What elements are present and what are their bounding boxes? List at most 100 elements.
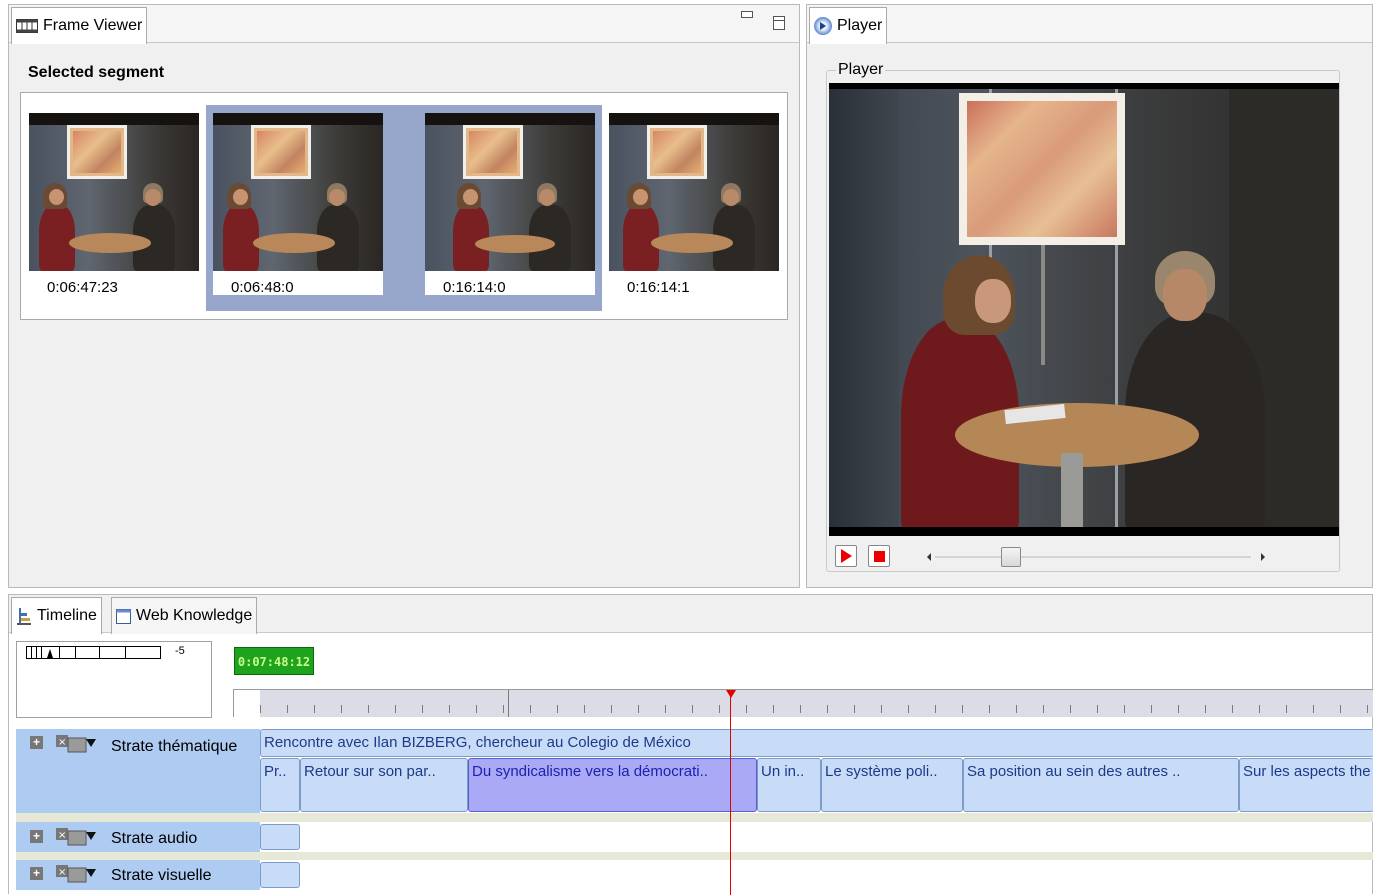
player-icon [814, 17, 832, 35]
frame-time: 0:16:14:1 [627, 279, 690, 296]
frame-thumbnail[interactable]: 0:06:47:23 [29, 113, 199, 301]
seek-right-arrow-icon[interactable] [1261, 553, 1265, 561]
zoom-slider[interactable] [26, 646, 161, 659]
maximize-icon[interactable] [773, 16, 785, 30]
segment[interactable]: Pr.. [260, 758, 300, 812]
svg-text:×: × [58, 737, 66, 748]
ruler-tick [1151, 705, 1152, 713]
strate-audio-header[interactable]: + × Strate audio [16, 822, 260, 852]
tab-frame-viewer-label: Frame Viewer [43, 17, 143, 34]
frame-viewer-tabbar: Frame Viewer [9, 5, 799, 44]
ruler-tick [827, 705, 828, 713]
ruler-tick [341, 705, 342, 713]
strate-label: Strate visuelle [111, 867, 212, 884]
tab-web-knowledge[interactable]: Web Knowledge [111, 597, 258, 634]
ruler-tick [719, 705, 720, 713]
seek-track[interactable] [935, 556, 1251, 558]
ruler-tick [962, 705, 963, 713]
ruler-tick [584, 705, 585, 713]
frame-viewer-panel: Frame Viewer Selected segment 0:06:47:23… [8, 4, 800, 588]
ruler-tick [395, 705, 396, 713]
film-strip-icon [16, 19, 38, 33]
zoom-thumb[interactable] [47, 649, 53, 658]
time-ruler[interactable] [233, 689, 1373, 717]
strate-options-icon[interactable]: × [56, 865, 96, 883]
svg-text:×: × [58, 830, 66, 841]
strate-thematique-header[interactable]: + × Strate thématique [16, 729, 260, 813]
strate-label: Strate audio [111, 830, 198, 847]
ruler-tick [1286, 705, 1287, 713]
player-group-label: Player [836, 61, 886, 79]
ruler-tick [530, 705, 531, 713]
seek-slider[interactable] [919, 547, 1271, 567]
ruler-ticks [260, 690, 1373, 717]
player-group: Player [826, 61, 1340, 572]
window-icon [116, 608, 131, 624]
segment[interactable]: Le système poli.. [821, 758, 963, 812]
seek-thumb[interactable] [1000, 547, 1021, 567]
ruler-tick [1232, 705, 1233, 713]
play-button[interactable] [835, 545, 857, 567]
timeline-panel: Timeline Web Knowledge -5 0:07:48:12 + ×… [8, 594, 1373, 895]
current-time-display: 0:07:48:12 [234, 647, 314, 675]
ruler-tick [1367, 705, 1368, 713]
painting-image [959, 93, 1125, 245]
ruler-tick [287, 705, 288, 713]
ruler-tick [638, 705, 639, 713]
ruler-tick [746, 705, 747, 713]
ruler-tick [1016, 705, 1017, 713]
expand-icon[interactable]: + [30, 830, 43, 843]
expand-icon[interactable]: + [30, 736, 43, 749]
strate-options-icon[interactable]: × [56, 735, 96, 753]
player-tabbar: Player [807, 5, 1372, 44]
ruler-tick [908, 705, 909, 713]
tab-timeline[interactable]: Timeline [11, 597, 102, 634]
ruler-tick [1070, 705, 1071, 713]
frame-image [609, 113, 779, 271]
frame-thumbnail[interactable]: 0:06:48:0 [213, 113, 383, 296]
segment[interactable] [260, 862, 300, 888]
frame-time: 0:06:47:23 [47, 279, 118, 296]
ruler-tick [773, 705, 774, 713]
tab-player-label: Player [837, 17, 883, 34]
row-separator [16, 813, 1373, 822]
minimize-icon[interactable] [741, 11, 753, 18]
frame-time: 0:16:14:0 [443, 279, 506, 296]
ruler-tick [368, 705, 369, 713]
segment[interactable] [260, 824, 300, 850]
ruler-tick [422, 705, 423, 713]
video-display[interactable] [829, 83, 1339, 536]
strate-label: Strate thématique [111, 738, 238, 755]
segment[interactable]: Un in.. [757, 758, 821, 812]
playhead-marker-icon[interactable] [726, 690, 736, 698]
frame-thumbnail[interactable]: 0:16:14:1 [609, 113, 779, 301]
row-separator [16, 852, 1373, 860]
tab-web-knowledge-label: Web Knowledge [136, 607, 253, 624]
segment-selected[interactable]: Du syndicalisme vers la démocrati.. [468, 758, 757, 812]
seek-left-arrow-icon[interactable] [927, 553, 931, 561]
ruler-tick [1340, 705, 1341, 713]
expand-icon[interactable]: + [30, 867, 43, 880]
segment[interactable]: Retour sur son par.. [300, 758, 468, 812]
ruler-tick [260, 705, 261, 713]
play-icon [840, 549, 852, 563]
stop-button[interactable] [868, 545, 890, 567]
frame-thumbnail[interactable]: 0:16:14:0 [425, 113, 595, 296]
ruler-tick [1205, 705, 1206, 713]
ruler-tick [935, 705, 936, 713]
ruler-tick [476, 705, 477, 713]
ruler-tick [503, 705, 504, 713]
segment[interactable]: Sa position au sein des autres .. [963, 758, 1239, 812]
top-segment[interactable]: Rencontre avec Ilan BIZBERG, chercheur a… [260, 729, 1373, 757]
ruler-tick [1178, 705, 1179, 713]
stop-icon [873, 550, 885, 562]
strate-thematique-track: Rencontre avec Ilan BIZBERG, chercheur a… [260, 729, 1373, 813]
ruler-tick [1124, 705, 1125, 713]
frame-strip: 0:06:47:23 0:06:48:0 0:16:14:0 0:16:14:1 [20, 92, 788, 320]
strate-visuelle-header[interactable]: + × Strate visuelle [16, 860, 260, 890]
tab-frame-viewer[interactable]: Frame Viewer [11, 7, 148, 44]
tab-player[interactable]: Player [809, 7, 888, 44]
section-title: Selected segment [28, 64, 165, 81]
strate-options-icon[interactable]: × [56, 828, 96, 846]
segment[interactable]: Sur les aspects the [1239, 758, 1373, 812]
